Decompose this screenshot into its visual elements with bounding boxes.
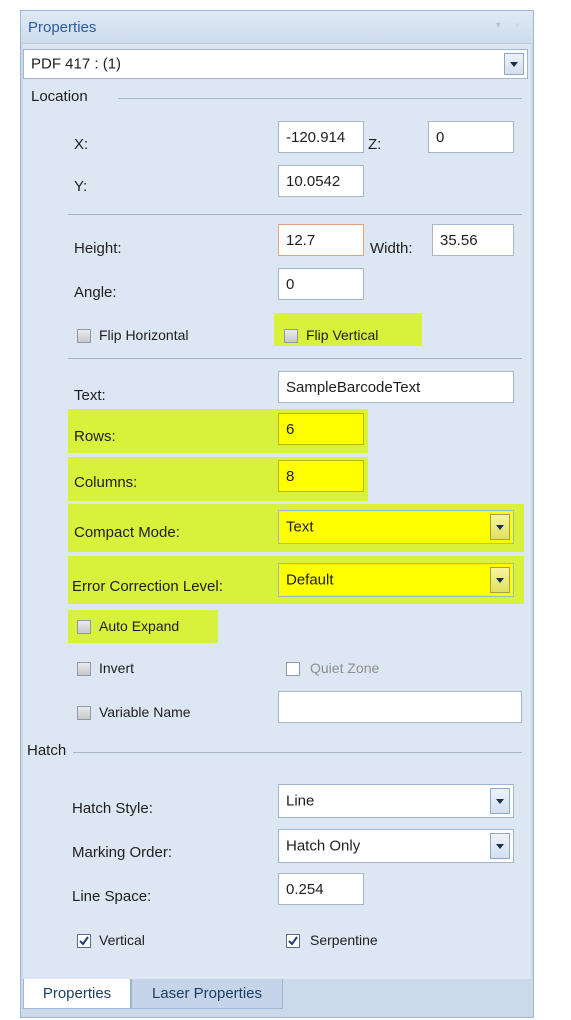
auto-expand-checkbox[interactable] <box>77 620 91 634</box>
properties-panel: PDF 417 : (1) Location X: -120.914 Z: 0 … <box>23 43 531 979</box>
marking-order-select[interactable]: Hatch Only <box>278 829 514 863</box>
height-label: Height: <box>74 240 122 257</box>
size-separator <box>68 358 522 359</box>
chevron-down-icon[interactable] <box>490 788 510 814</box>
flip-horizontal-checkbox[interactable] <box>77 329 91 343</box>
serpentine-checkbox[interactable] <box>286 934 300 948</box>
object-selector-value: PDF 417 : (1) <box>31 55 122 73</box>
x-label: X: <box>74 136 89 153</box>
checkmark-icon <box>79 936 89 946</box>
location-section-header: Location <box>31 88 88 105</box>
flip-vertical-label: Flip Vertical <box>306 327 379 343</box>
barcode-text-field[interactable]: SampleBarcodeText <box>278 371 514 403</box>
variable-name-label: Variable Name <box>99 704 191 720</box>
hatch-style-select[interactable]: Line <box>278 784 514 818</box>
marking-order-label: Marking Order: <box>72 844 173 861</box>
quiet-zone-label: Quiet Zone <box>310 660 380 676</box>
chevron-down-icon[interactable] <box>490 567 510 593</box>
invert-label: Invert <box>99 660 135 676</box>
columns-label: Columns: <box>74 474 138 491</box>
serpentine-label: Serpentine <box>310 932 378 948</box>
title-bar: Properties ▾ ▫ <box>21 11 533 43</box>
rows-label: Rows: <box>74 428 116 445</box>
bottom-tab-bar: Properties Laser Properties <box>21 979 533 1019</box>
compact-mode-value: Text <box>286 518 314 536</box>
auto-expand-label: Auto Expand <box>99 618 180 634</box>
vertical-label: Vertical <box>99 932 145 948</box>
width-field[interactable]: 35.56 <box>432 224 514 256</box>
vertical-checkbox[interactable] <box>77 934 91 948</box>
chevron-down-icon[interactable] <box>490 514 510 540</box>
angle-label: Angle: <box>74 284 117 301</box>
hatch-divider <box>73 752 522 753</box>
text-label: Text: <box>74 387 106 404</box>
width-label: Width: <box>370 240 413 257</box>
error-correction-select[interactable]: Default <box>278 563 514 597</box>
panel-title: Properties <box>28 19 97 36</box>
z-field[interactable]: 0 <box>428 121 514 153</box>
object-selector[interactable]: PDF 417 : (1) <box>23 49 528 79</box>
rows-field[interactable]: 6 <box>278 413 364 445</box>
checkmark-icon <box>288 936 298 946</box>
z-label: Z: <box>368 136 382 153</box>
chevron-down-icon[interactable] <box>490 833 510 859</box>
quiet-zone-checkbox[interactable] <box>286 662 300 676</box>
height-field[interactable]: 12.7 <box>278 224 364 256</box>
marking-order-value: Hatch Only <box>286 837 361 855</box>
variable-name-checkbox[interactable] <box>77 706 91 720</box>
hatch-section-header: Hatch <box>27 742 67 759</box>
chevron-down-icon[interactable] <box>504 53 524 75</box>
compact-mode-label: Compact Mode: <box>74 524 180 541</box>
tab-laser-properties[interactable]: Laser Properties <box>131 979 283 1009</box>
invert-checkbox[interactable] <box>77 662 91 676</box>
error-correction-label: Error Correction Level: <box>72 578 223 595</box>
x-field[interactable]: -120.914 <box>278 121 364 153</box>
flip-vertical-checkbox[interactable] <box>284 329 298 343</box>
variable-name-field[interactable] <box>278 691 522 723</box>
flip-horizontal-label: Flip Horizontal <box>99 327 189 343</box>
pin-close-icon[interactable]: ▾ ▫ <box>496 20 525 31</box>
location-separator <box>68 214 522 215</box>
y-field[interactable]: 10.0542 <box>278 165 364 197</box>
location-divider <box>118 98 522 99</box>
hatch-style-value: Line <box>286 792 315 810</box>
tab-properties[interactable]: Properties <box>23 979 131 1009</box>
columns-field[interactable]: 8 <box>278 460 364 492</box>
line-space-label: Line Space: <box>72 888 152 905</box>
hatch-style-label: Hatch Style: <box>72 800 153 817</box>
angle-field[interactable]: 0 <box>278 268 364 300</box>
compact-mode-select[interactable]: Text <box>278 510 514 544</box>
line-space-field[interactable]: 0.254 <box>278 873 364 905</box>
properties-window: Properties ▾ ▫ PDF 417 : (1) Location X:… <box>20 10 534 1018</box>
y-label: Y: <box>74 178 88 195</box>
error-correction-value: Default <box>286 571 334 589</box>
